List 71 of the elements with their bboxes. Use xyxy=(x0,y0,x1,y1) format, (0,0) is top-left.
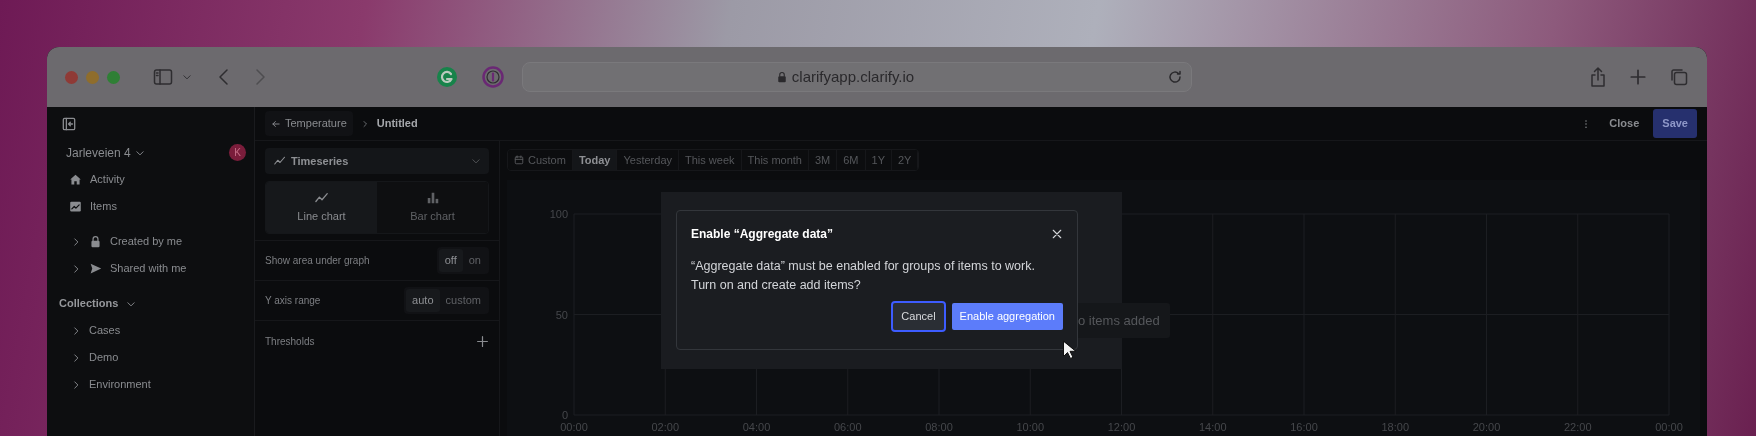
back-icon[interactable] xyxy=(216,67,230,87)
add-icon[interactable] xyxy=(476,334,489,348)
collection-item[interactable]: Environment xyxy=(89,376,151,393)
address-bar[interactable]: clarifyapp.clarify.io xyxy=(522,62,1192,92)
reload-icon[interactable] xyxy=(1167,69,1183,85)
home-icon xyxy=(69,173,82,186)
calendar-icon xyxy=(514,155,524,165)
chevron-right-icon[interactable] xyxy=(71,325,81,336)
breadcrumb-current: Untitled xyxy=(376,116,418,132)
nav-item[interactable]: Items xyxy=(90,198,117,215)
chart-icon xyxy=(69,200,82,213)
back-arrow-icon xyxy=(271,118,281,129)
collection-item[interactable]: Cases xyxy=(89,322,121,339)
window-control-dot[interactable] xyxy=(86,70,99,84)
line-chart-icon xyxy=(273,155,287,167)
section-heading[interactable]: Collections xyxy=(59,295,119,312)
nav-item[interactable]: Activity xyxy=(90,171,125,188)
time-range-tab[interactable]: Today xyxy=(572,150,618,170)
axis-label: 20:00 xyxy=(1472,421,1501,433)
chevron-right-icon xyxy=(360,119,369,128)
extension-g-icon[interactable] xyxy=(436,66,458,88)
url-text: clarifyapp.clarify.io xyxy=(791,66,915,87)
dialog-title: Enable “Aggregate data” xyxy=(691,226,835,243)
option-label: Show area under graph xyxy=(265,254,371,268)
cancel-button[interactable]: Cancel xyxy=(893,302,944,330)
window-control-dot[interactable] xyxy=(65,70,78,84)
extension-keyhole-icon[interactable] xyxy=(482,66,504,88)
tabs-overview-icon[interactable] xyxy=(1669,67,1689,87)
chevron-right-icon[interactable] xyxy=(71,236,81,247)
breadcrumb-back-link[interactable]: Temperature xyxy=(265,111,353,136)
toggle-option[interactable]: on xyxy=(462,249,487,272)
chevron-right-icon[interactable] xyxy=(71,263,81,274)
close-button[interactable]: Close xyxy=(1599,115,1650,132)
forward-icon[interactable] xyxy=(254,67,268,87)
axis-label: 14:00 xyxy=(1199,421,1227,433)
visualization-select[interactable]: Timeseries xyxy=(265,148,489,174)
mouse-pointer-icon xyxy=(1062,340,1076,360)
toggle-option[interactable]: custom xyxy=(439,289,487,312)
chevron-right-icon[interactable] xyxy=(71,379,81,390)
workspace-name[interactable]: Jarleveien 4 xyxy=(66,143,131,162)
chevron-right-icon[interactable] xyxy=(71,352,81,363)
chevron-down-icon xyxy=(471,156,481,166)
axis-label: 04:00 xyxy=(742,421,771,433)
axis-label: 16:00 xyxy=(1290,421,1318,433)
lock-icon xyxy=(775,70,788,84)
line-chart-icon xyxy=(313,190,330,205)
option-label: Y axis range xyxy=(265,294,322,308)
sidebar-item[interactable]: Shared with me xyxy=(110,260,187,277)
chart-type-tab[interactable]: Line chart xyxy=(266,182,377,233)
sidebar-toggle-icon[interactable] xyxy=(152,68,174,86)
axis-label: 12:00 xyxy=(1107,421,1136,433)
new-tab-icon[interactable] xyxy=(1629,68,1647,86)
bar-chart-icon xyxy=(425,190,440,205)
option-label: Thresholds xyxy=(265,334,316,349)
collapse-sidebar-icon[interactable] xyxy=(62,117,76,131)
axis-label: 18:00 xyxy=(1381,421,1409,433)
save-button[interactable]: Save xyxy=(1653,109,1697,138)
dialog-message: “Aggregate data” must be enabled for groups of items to work. Turn on and create add items? xyxy=(691,258,1036,294)
window-control-dot[interactable] xyxy=(107,70,120,84)
chevron-down-icon[interactable] xyxy=(182,72,192,82)
lock-icon xyxy=(89,235,102,248)
toggle-option[interactable]: auto xyxy=(406,289,440,312)
sidebar-item[interactable]: Created by me xyxy=(110,233,183,250)
send-icon xyxy=(89,262,102,275)
user-avatar[interactable]: K xyxy=(229,144,246,161)
enable-aggregation-button[interactable]: Enable aggregation xyxy=(951,302,1063,330)
close-button[interactable] xyxy=(1051,228,1063,240)
select-value: Timeseries xyxy=(291,153,350,169)
share-icon[interactable] xyxy=(1589,66,1607,88)
collection-item[interactable]: Demo xyxy=(89,349,119,366)
toggle-option[interactable]: off xyxy=(438,249,463,272)
